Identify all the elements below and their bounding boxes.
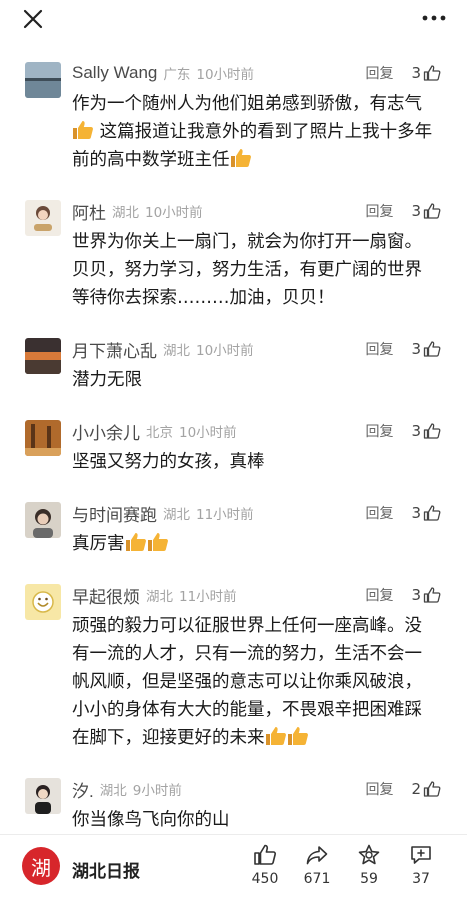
like-count: 3 — [411, 422, 421, 440]
like-count: 3 — [411, 586, 421, 604]
comment-location: 广东 — [163, 67, 191, 83]
thumbs-up-icon[interactable] — [423, 202, 441, 220]
comment-item: 阿杜 湖北 10小时前 回复 3 世界为你关上一扇门，就会为你打开一扇窗。 贝贝… — [0, 194, 467, 332]
reply-button[interactable]: 回复 — [365, 63, 393, 83]
username[interactable]: 月下萧心乱 — [72, 337, 157, 362]
comment-location: 北京 — [146, 425, 173, 441]
brand-name[interactable]: 湖北日报 — [72, 857, 140, 882]
avatar[interactable] — [25, 338, 61, 374]
comment-time: 10小时前 — [179, 425, 237, 441]
username[interactable]: 阿杜 — [72, 199, 106, 224]
close-icon[interactable] — [22, 8, 44, 30]
star-icon — [358, 844, 380, 865]
reply-button[interactable]: 回复 — [365, 201, 393, 221]
share-icon — [306, 846, 328, 865]
comment-time: 10小时前 — [196, 343, 254, 359]
thumbs-up-emoji-icon — [73, 121, 93, 139]
avatar[interactable] — [25, 584, 61, 620]
username[interactable]: 汐. — [72, 777, 94, 802]
comment-button[interactable]: 37 — [396, 843, 446, 887]
comment-time: 10小时前 — [196, 67, 255, 83]
comment-location: 湖北 — [146, 589, 173, 605]
comment-time: 11小时前 — [196, 507, 254, 523]
thumbs-up-icon[interactable] — [423, 504, 441, 522]
comment-time: 9小时前 — [132, 783, 182, 799]
like-count: 450 — [251, 871, 279, 887]
avatar[interactable] — [25, 502, 61, 538]
thumbs-up-emoji-icon — [147, 533, 168, 551]
comment-text: 真厉害 — [72, 530, 441, 578]
thumbs-up-icon[interactable] — [423, 422, 441, 440]
comment-item: Sally Wang 广东 10小时前 回复 3 作为一个随州人为他们姐弟感到骄… — [0, 56, 467, 194]
thumbs-up-emoji-icon — [265, 727, 286, 745]
comment-text: 顽强的毅力可以征服世界上任何一座高峰。没 有一流的人才，只有一流的努力，生活不会… — [72, 616, 422, 748]
username[interactable]: 小小余儿 — [72, 419, 140, 444]
comment-item: 月下萧心乱 湖北 10小时前 回复 3 潜力无限 — [0, 332, 467, 414]
comment-icon — [411, 846, 431, 864]
brand-logo[interactable]: 湖 — [22, 847, 60, 885]
comment-text: 坚强又努力的女孩，真棒 — [72, 452, 265, 472]
more-icon[interactable] — [421, 10, 447, 26]
share-count: 671 — [303, 871, 331, 887]
comment-list: Sally Wang 广东 10小时前 回复 3 作为一个随州人为他们姐弟感到骄… — [0, 56, 467, 854]
reply-button[interactable]: 回复 — [365, 339, 393, 359]
comment-time: 10小时前 — [145, 205, 203, 221]
like-count: 3 — [411, 340, 421, 358]
thumbs-up-emoji-icon — [230, 149, 251, 167]
comment-text: 世界为你关上一扇门，就会为你打开一扇窗。 贝贝，努力学习，努力生活，有更广阔的世… — [72, 232, 422, 308]
comment-location: 湖北 — [112, 205, 139, 221]
thumbs-up-emoji-icon — [125, 533, 146, 551]
comment-item: 小小余儿 北京 10小时前 回复 3 坚强又努力的女孩，真棒 — [0, 414, 467, 496]
reply-button[interactable]: 回复 — [365, 779, 393, 799]
like-count: 3 — [411, 202, 421, 220]
username[interactable]: Sally Wang — [72, 63, 157, 83]
like-count: 2 — [411, 780, 421, 798]
like-count: 3 — [411, 504, 421, 522]
top-bar — [0, 0, 467, 40]
thumbs-up-icon[interactable] — [423, 586, 441, 604]
comment-item: 早起很烦 湖北 11小时前 回复 3 顽强的毅力可以征服世界上任何一座高峰。没 … — [0, 578, 467, 772]
thumbs-up-icon — [254, 844, 277, 865]
thumbs-up-icon[interactable] — [423, 340, 441, 358]
avatar[interactable] — [25, 200, 61, 236]
like-count: 3 — [411, 64, 421, 82]
like-button[interactable]: 450 — [240, 843, 290, 887]
username[interactable]: 早起很烦 — [72, 583, 140, 608]
reply-button[interactable]: 回复 — [365, 503, 393, 523]
comment-location: 湖北 — [163, 343, 190, 359]
reply-button[interactable]: 回复 — [365, 585, 393, 605]
avatar[interactable] — [25, 778, 61, 814]
avatar[interactable] — [25, 420, 61, 456]
comment-count: 37 — [412, 871, 430, 887]
thumbs-up-emoji-icon — [287, 727, 308, 745]
comment-time: 11小时前 — [179, 589, 237, 605]
comment-location: 湖北 — [99, 783, 127, 799]
collect-count: 59 — [360, 871, 378, 887]
comment-text: 潜力无限 — [72, 370, 142, 390]
collect-button[interactable]: 59 — [344, 843, 394, 887]
comment-text: 作为一个随州人为他们姐弟感到骄傲，有志气 这篇报道让我意外的看到了照片上我十多年… — [72, 94, 433, 170]
comment-location: 湖北 — [163, 507, 190, 523]
username[interactable]: 与时间赛跑 — [72, 501, 157, 526]
thumbs-up-icon[interactable] — [423, 780, 441, 798]
thumbs-up-icon[interactable] — [423, 64, 441, 82]
bottom-bar: 湖 湖北日报 450 671 59 37 — [0, 834, 467, 900]
reply-button[interactable]: 回复 — [365, 421, 393, 441]
share-button[interactable]: 671 — [292, 843, 342, 887]
avatar[interactable] — [25, 62, 61, 98]
comment-item: 与时间赛跑 湖北 11小时前 回复 3 真厉害 — [0, 496, 467, 578]
